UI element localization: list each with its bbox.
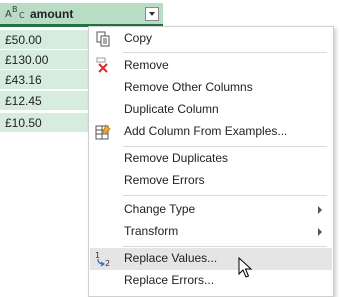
menu-item-replace-errors[interactable]: Replace Errors...: [90, 270, 332, 292]
submenu-arrow-icon: [318, 228, 322, 236]
menu-item-remove-other-columns[interactable]: Remove Other Columns: [90, 77, 332, 99]
table-cell[interactable]: £43.16: [0, 70, 95, 90]
table-cell[interactable]: £12.45: [0, 91, 95, 111]
column-name: amount: [30, 7, 74, 21]
menu-item-change-type[interactable]: Change Type: [90, 199, 332, 221]
menu-item-replace-values[interactable]: 1 2 Replace Values...: [90, 248, 332, 270]
table-cell[interactable]: £10.50: [0, 113, 95, 133]
column-context-menu: Copy Remove Remove Other Columns Duplica…: [88, 26, 334, 297]
menu-separator: [123, 52, 327, 53]
copy-icon: [96, 31, 110, 47]
replace-values-icon: 1 2: [95, 251, 110, 268]
menu-separator: [123, 246, 327, 247]
text-type-icon[interactable]: A B C: [5, 5, 27, 23]
column-filter-dropdown-button[interactable]: [145, 7, 159, 21]
menu-item-remove-duplicates[interactable]: Remove Duplicates: [90, 148, 332, 170]
menu-item-remove[interactable]: Remove: [90, 55, 332, 77]
submenu-arrow-icon: [318, 206, 322, 214]
add-column-examples-icon: [95, 124, 111, 140]
remove-x-icon: [96, 57, 108, 73]
menu-separator: [123, 195, 327, 196]
mouse-pointer-icon: [238, 257, 253, 278]
menu-separator: [123, 146, 327, 147]
menu-item-add-column-from-examples[interactable]: Add Column From Examples...: [90, 121, 332, 143]
svg-text:2: 2: [105, 259, 110, 268]
table-cell[interactable]: £50.00: [0, 30, 95, 50]
menu-item-duplicate-column[interactable]: Duplicate Column: [90, 99, 332, 121]
svg-text:1: 1: [95, 251, 100, 260]
table-cell[interactable]: £130.00: [0, 50, 95, 70]
menu-item-copy[interactable]: Copy: [90, 28, 332, 50]
menu-item-transform[interactable]: Transform: [90, 221, 332, 243]
column-header[interactable]: A B C amount: [0, 3, 163, 27]
menu-item-remove-errors[interactable]: Remove Errors: [90, 170, 332, 192]
